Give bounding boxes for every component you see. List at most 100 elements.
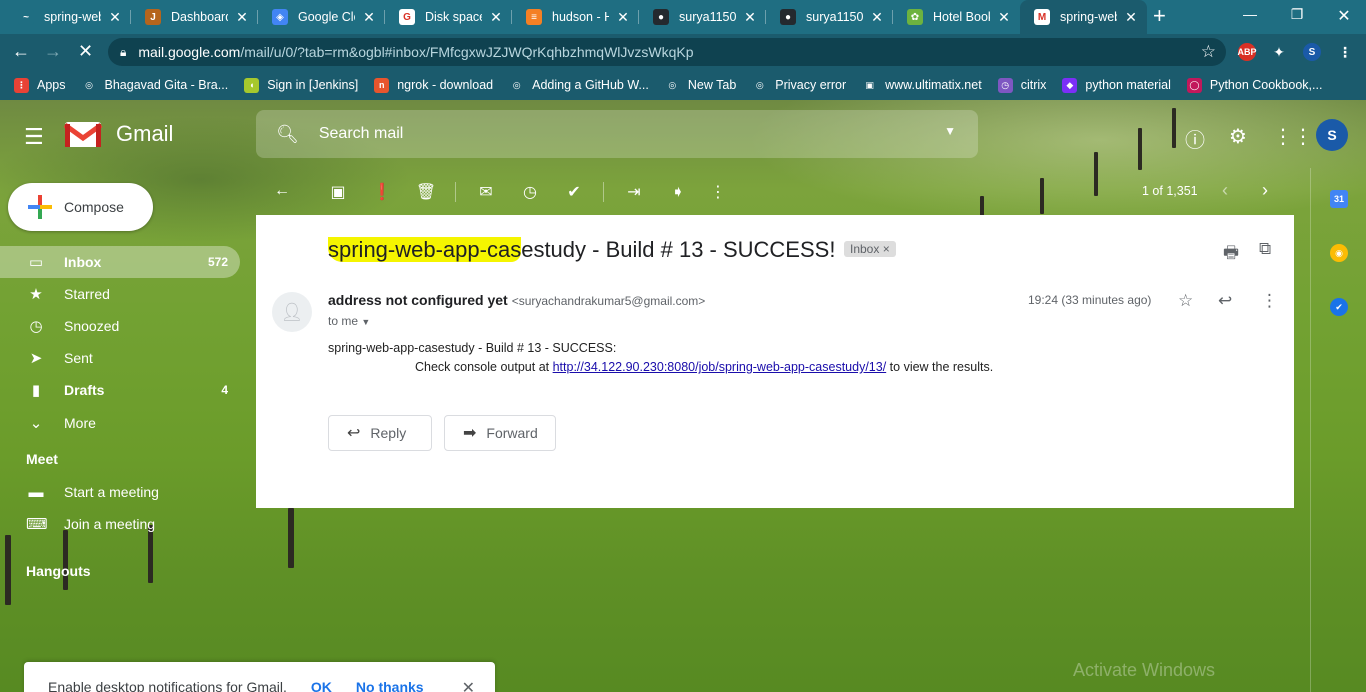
sidebar-item-drafts[interactable]: ▮ Drafts 4 <box>0 374 240 406</box>
print-icon[interactable]: 🖶 <box>1223 240 1239 269</box>
sidebar-item-starred[interactable]: ★ Starred <box>0 278 240 310</box>
bookmark-item[interactable]: ◎ Adding a GitHub W... <box>509 78 649 93</box>
open-new-window-icon[interactable]: ⧉ <box>1259 239 1271 259</box>
mark-unread-icon[interactable]: ✉ <box>475 182 497 202</box>
gear-icon[interactable]: ⚙ <box>1229 124 1247 149</box>
adblock-extension-icon[interactable]: ABP <box>1238 43 1257 61</box>
snooze-icon[interactable]: ◷ <box>519 182 541 202</box>
notification-no-thanks-button[interactable]: No thanks <box>356 679 424 692</box>
tab-close-icon[interactable]: ✕ <box>1123 9 1139 26</box>
close-icon[interactable]: ✕ <box>462 678 475 692</box>
sidebar-item-sent[interactable]: ➤ Sent <box>0 342 240 374</box>
tasks-icon[interactable]: ✔ <box>1330 298 1348 316</box>
browser-tab[interactable]: ● surya1150/ ✕ <box>766 0 893 34</box>
profile-avatar[interactable]: S <box>1303 43 1321 61</box>
gmail-logo[interactable]: Gmail <box>64 120 173 148</box>
jenkins-job-link[interactable]: http://34.122.90.230:8080/job/spring-web… <box>553 360 887 374</box>
report-spam-icon[interactable]: ❗ <box>371 182 393 202</box>
new-tab-button[interactable]: + <box>1153 5 1166 27</box>
star-icon[interactable]: ☆ <box>1178 291 1193 311</box>
bookmark-item[interactable]: ⋮ Apps <box>14 77 66 93</box>
sidebar-item-inbox[interactable]: ▭ Inbox 572 <box>0 246 240 278</box>
browser-tab[interactable]: J Dashboard ✕ <box>131 0 258 34</box>
browser-menu-icon[interactable]: ⋮ <box>1336 43 1354 61</box>
reply-icon[interactable]: ↩ <box>1218 291 1232 311</box>
reply-button[interactable]: ↩ Reply <box>328 415 432 451</box>
remove-label-icon[interactable]: × <box>883 242 890 256</box>
bookmark-favicon-icon: ▣ <box>865 79 874 90</box>
keep-icon[interactable]: ◉ <box>1330 244 1348 262</box>
forward-button[interactable]: ➡ Forward <box>444 415 556 451</box>
older-chevron-icon[interactable]: › <box>1262 180 1268 201</box>
bookmark-item[interactable]: ◆ python material <box>1062 77 1171 93</box>
stop-loading-icon[interactable]: ✕ <box>78 42 93 60</box>
browser-tab[interactable]: ~ spring-web ✕ <box>4 0 131 34</box>
join-meeting-item[interactable]: ⌨ Join a meeting <box>0 508 240 540</box>
close-window-icon[interactable]: ✕ <box>1334 6 1354 26</box>
tab-close-icon[interactable]: ✕ <box>742 9 758 26</box>
delete-icon[interactable]: 🗑︎ <box>415 182 437 202</box>
browser-tab[interactable]: ≡ hudson - H ✕ <box>512 0 639 34</box>
bookmark-item[interactable]: ◎ New Tab <box>665 78 736 93</box>
tab-close-icon[interactable]: ✕ <box>234 9 250 26</box>
browser-tab[interactable]: ◈ Google Clo ✕ <box>258 0 385 34</box>
notification-ok-button[interactable]: OK <box>311 679 332 692</box>
more-options-icon[interactable]: ⋮ <box>1261 291 1278 311</box>
message-time: 19:24 (33 minutes ago) <box>1028 293 1152 307</box>
browser-tab[interactable]: ● surya1150/ ✕ <box>639 0 766 34</box>
browser-tab[interactable]: G Disk space ✕ <box>385 0 512 34</box>
browser-tab[interactable]: Mspring-web ✕ <box>1020 0 1147 34</box>
apps-grid-icon[interactable]: ⋮⋮ <box>1273 124 1313 149</box>
bookmark-label: Bhagavad Gita - Bra... <box>104 78 229 92</box>
more-actions-icon[interactable]: ⋮ <box>707 182 729 202</box>
archive-icon[interactable]: ▣ <box>327 182 349 202</box>
extensions-puzzle-icon[interactable]: ✦ <box>1270 43 1288 61</box>
browser-tab[interactable]: ✿ Hotel Booki ✕ <box>893 0 1020 34</box>
move-to-icon[interactable]: ⇥ <box>623 182 645 202</box>
tab-favicon-icon: J <box>145 9 161 25</box>
bookmark-star-icon[interactable]: ☆ <box>1201 42 1216 62</box>
bookmark-item[interactable]: ▣ www.ultimatix.net <box>862 78 981 93</box>
support-icon[interactable]: ⓘ <box>1185 124 1205 153</box>
label-icon[interactable]: ➧ <box>667 182 689 202</box>
compose-button[interactable]: Compose <box>8 183 153 231</box>
tab-close-icon[interactable]: ✕ <box>488 9 504 26</box>
inbox-label-chip[interactable]: Inbox × <box>844 241 896 257</box>
calendar-icon[interactable]: 31 <box>1330 190 1348 208</box>
tab-close-icon[interactable]: ✕ <box>996 9 1012 26</box>
sidebar-item-more[interactable]: ⌄ More <box>0 407 240 439</box>
recipient-details[interactable]: to me ▼ <box>328 314 370 328</box>
minimize-icon[interactable]: — <box>1240 6 1260 22</box>
bookmark-item[interactable]: ◯ Python Cookbook,... <box>1186 77 1322 93</box>
tab-close-icon[interactable]: ✕ <box>107 9 123 26</box>
start-meeting-item[interactable]: ▬ Start a meeting <box>0 476 240 508</box>
newer-chevron-icon[interactable]: ‹ <box>1222 180 1228 201</box>
add-to-tasks-icon[interactable]: ✔ <box>563 182 585 202</box>
toolbar-divider <box>603 182 604 202</box>
message-subject: spring-web-app-casestudy - Build # 13 - … <box>328 237 835 263</box>
tab-close-icon[interactable]: ✕ <box>361 9 377 26</box>
chevron-down-icon[interactable]: ▼ <box>361 317 370 327</box>
bookmark-item[interactable]: n ngrok - download <box>374 77 493 93</box>
bookmark-item[interactable]: ◎ Bhagavad Gita - Bra... <box>82 78 229 93</box>
maximize-icon[interactable]: ❐ <box>1287 6 1307 23</box>
search-input[interactable]: Search mail <box>319 125 403 143</box>
search-mail-box[interactable]: 🔍︎ Search mail ▼ <box>256 110 978 158</box>
forward-arrow-icon[interactable]: → <box>44 42 62 60</box>
main-menu-icon[interactable]: ☰ <box>24 124 44 150</box>
bookmark-item[interactable]: ◖ Sign in [Jenkins] <box>244 77 358 93</box>
search-options-icon[interactable]: ▼ <box>944 124 956 138</box>
sidebar-item-label: More <box>64 415 96 431</box>
bookmark-item[interactable]: ◷ citrix <box>997 77 1046 93</box>
search-icon[interactable]: 🔍︎ <box>276 124 299 145</box>
tab-close-icon[interactable]: ✕ <box>869 9 885 26</box>
tab-close-icon[interactable]: ✕ <box>615 9 631 26</box>
sidebar-item-snoozed[interactable]: ◷ Snoozed <box>0 310 240 342</box>
sender-name[interactable]: address not configured yet <suryachandrak… <box>328 292 705 308</box>
address-bar[interactable]: 🔒︎ mail.google.com/mail/u/0/?tab=rm&ogbl… <box>108 38 1226 66</box>
sidebar-item-label: Snoozed <box>64 318 120 334</box>
back-arrow-icon[interactable]: ← <box>12 42 30 60</box>
account-avatar[interactable]: S <box>1316 119 1348 151</box>
back-to-inbox-icon[interactable]: ← <box>271 182 293 200</box>
bookmark-item[interactable]: ◎ Privacy error <box>752 78 846 93</box>
